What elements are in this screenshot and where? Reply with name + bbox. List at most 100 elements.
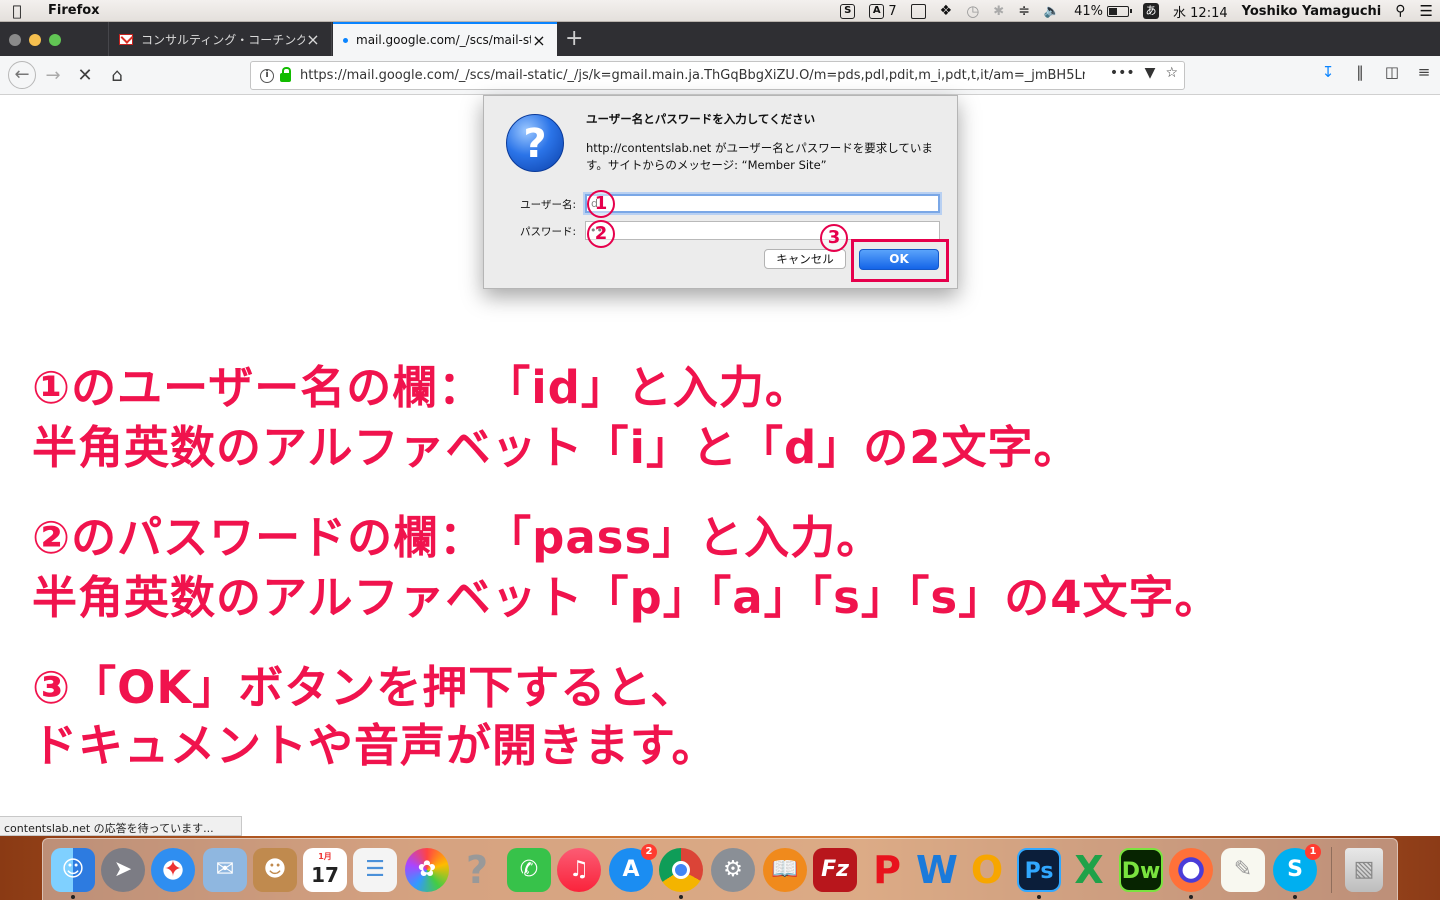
pocket-icon[interactable]: ▼ <box>1145 65 1156 81</box>
notification-center-icon[interactable]: ☰ <box>1420 2 1433 20</box>
sidebar-icon[interactable]: ◫ <box>1376 63 1408 81</box>
back-button[interactable]: ← <box>8 61 36 89</box>
dreamweaver-icon[interactable]: Dw <box>1119 848 1163 892</box>
hamburger-menu-icon[interactable]: ≡ <box>1408 63 1440 81</box>
running-indicator <box>1189 895 1193 899</box>
user-menu[interactable]: Yoshiko Yamaguchi <box>1242 4 1382 19</box>
calendar-month: 1月 <box>318 852 332 861</box>
instruction-line-4: 半角英数のアルファベット「p」「a」「s」「s」の4文字。 <box>32 571 1221 624</box>
marker-2: 2 <box>587 220 615 248</box>
tab-mail-static[interactable]: mail.google.com/_/scs/mail-static × <box>333 22 557 56</box>
calendar-icon[interactable]: 1月 17 <box>303 848 347 892</box>
tab-close-icon[interactable]: × <box>305 30 321 49</box>
username-input[interactable] <box>585 194 940 213</box>
textedit-icon[interactable]: ✎ <box>1221 848 1265 892</box>
question-icon: ? <box>506 114 564 172</box>
gmail-icon <box>119 33 133 45</box>
calendar-day: 17 <box>311 863 339 887</box>
minimize-window-button[interactable] <box>29 34 41 46</box>
dock: ☺ ➤ ✦ ✉ ☻ 1月 17 ☰ ✿ ? ✆ ♫ A 2 ⚙ 📖 Fz P W … <box>42 838 1398 900</box>
word-icon[interactable]: W <box>915 848 959 892</box>
input-method-icon[interactable]: あ <box>1143 3 1160 19</box>
status-bar: contentslab.net の応答を待っています... <box>0 816 242 836</box>
battery-icon <box>1107 5 1133 17</box>
marker-1: 1 <box>587 190 615 218</box>
system-preferences-icon[interactable]: ⚙ <box>711 848 755 892</box>
instruction-line-3: ②のパスワードの欄： 「pass」と入力。 <box>32 511 883 564</box>
volume-icon[interactable]: 🔈 <box>1044 4 1060 19</box>
wifi-icon[interactable]: ≑ <box>1018 3 1030 19</box>
url-tools: ••• ▼ ☆ <box>1110 65 1178 81</box>
time-machine-icon[interactable]: ◷ <box>966 2 979 20</box>
downloads-icon[interactable]: ↧ <box>1312 63 1344 81</box>
navigation-toolbar: ← → ✕ ⌂ i https://mail.google.com/_/scs/… <box>0 56 1440 95</box>
app-store-badge: 2 <box>641 844 657 860</box>
instruction-line-2: 半角英数のアルファベット「i」と「d」の2文字。 <box>32 421 1080 474</box>
spotlight-icon[interactable]: ⚲ <box>1395 3 1405 19</box>
firefox-icon[interactable]: ● <box>1169 848 1213 892</box>
maximize-window-button[interactable] <box>49 34 61 46</box>
excel-icon[interactable]: X <box>1067 848 1111 892</box>
trash-icon[interactable]: ▧ <box>1345 848 1383 892</box>
launchpad-icon[interactable]: ➤ <box>101 848 145 892</box>
clock[interactable]: 水 12:14 <box>1173 2 1228 21</box>
acrobat-count: 7 <box>888 3 897 19</box>
home-button[interactable]: ⌂ <box>104 63 130 89</box>
finder-icon[interactable]: ☺ <box>51 848 95 892</box>
app-name-menu[interactable]: Firefox <box>48 3 100 18</box>
safari-icon[interactable]: ✦ <box>151 848 195 892</box>
tab-gmail[interactable]: コンサルティング・コーチング系 × <box>108 22 332 56</box>
facetime-icon[interactable]: ✆ <box>507 848 551 892</box>
username-label: ユーザー名: <box>520 199 576 211</box>
password-label: パスワード: <box>519 226 576 238</box>
photoshop-icon[interactable]: Ps <box>1017 848 1061 892</box>
new-tab-button[interactable]: + <box>565 26 583 51</box>
url-text[interactable]: https://mail.google.com/_/scs/mail-stati… <box>300 68 1085 83</box>
mail-icon[interactable]: ✉ <box>203 848 247 892</box>
library-icon[interactable]: ‖ <box>1344 63 1376 81</box>
dialog-message: http://contentslab.net がユーザー名とパスワードを要求して… <box>586 141 933 172</box>
acrobat-menu-icon[interactable]: A 7 <box>869 3 897 19</box>
ok-button-highlight <box>851 239 949 282</box>
menu-extras: S A 7 ❖ ◷ ✱ ≑ 🔈 41% あ 水 12:14 Yoshiko Ya… <box>833 0 1440 22</box>
skype-badge: 1 <box>1305 844 1321 860</box>
window-menu-icon[interactable] <box>910 3 926 19</box>
lock-icon <box>280 67 291 82</box>
url-bar[interactable]: i https://mail.google.com/_/scs/mail-sta… <box>250 61 1185 90</box>
instruction-line-5: ③「OK」ボタンを押下すると、 <box>32 661 697 714</box>
battery-status[interactable]: 41% <box>1074 3 1133 19</box>
tab-strip: コンサルティング・コーチング系 × mail.google.com/_/scs/… <box>0 22 1440 56</box>
outlook-icon[interactable]: O <box>965 848 1009 892</box>
loading-icon <box>343 37 348 43</box>
password-input[interactable] <box>585 221 940 240</box>
itunes-icon[interactable]: ♫ <box>557 848 601 892</box>
stop-button[interactable]: ✕ <box>72 63 98 89</box>
tab-title: mail.google.com/_/scs/mail-static <box>356 33 531 47</box>
unknown-app-icon[interactable]: ? <box>455 848 499 892</box>
chrome-icon[interactable] <box>659 848 703 892</box>
filezilla-icon[interactable]: Fz <box>813 848 857 892</box>
site-info-icon[interactable]: i <box>260 68 274 83</box>
skype-menu-icon[interactable]: S <box>840 3 856 19</box>
forward-button[interactable]: → <box>40 63 66 89</box>
apple-menu-icon[interactable]:  <box>0 2 34 20</box>
running-indicator <box>1293 895 1297 899</box>
cancel-button[interactable]: キャンセル <box>764 249 846 269</box>
menu-bar:  Firefox S A 7 ❖ ◷ ✱ ≑ 🔈 41% あ 水 12:14 … <box>0 0 1440 22</box>
contacts-icon[interactable]: ☻ <box>253 848 297 892</box>
dock-separator <box>1331 847 1332 893</box>
tab-title: コンサルティング・コーチング系 <box>141 32 305 47</box>
close-window-button[interactable] <box>9 34 21 46</box>
page-actions-icon[interactable]: ••• <box>1110 65 1135 81</box>
powerpoint-icon[interactable]: P <box>865 848 909 892</box>
bluetooth-icon[interactable]: ✱ <box>993 4 1004 19</box>
photos-icon[interactable]: ✿ <box>405 848 449 892</box>
running-indicator <box>71 895 75 899</box>
bookmark-star-icon[interactable]: ☆ <box>1165 65 1178 81</box>
dropbox-menu-icon[interactable]: ❖ <box>940 3 953 19</box>
reminders-icon[interactable]: ☰ <box>353 848 397 892</box>
ibooks-icon[interactable]: 📖 <box>763 848 807 892</box>
tab-close-icon[interactable]: × <box>531 31 547 50</box>
battery-percent: 41% <box>1074 3 1104 19</box>
marker-3: 3 <box>820 224 848 252</box>
